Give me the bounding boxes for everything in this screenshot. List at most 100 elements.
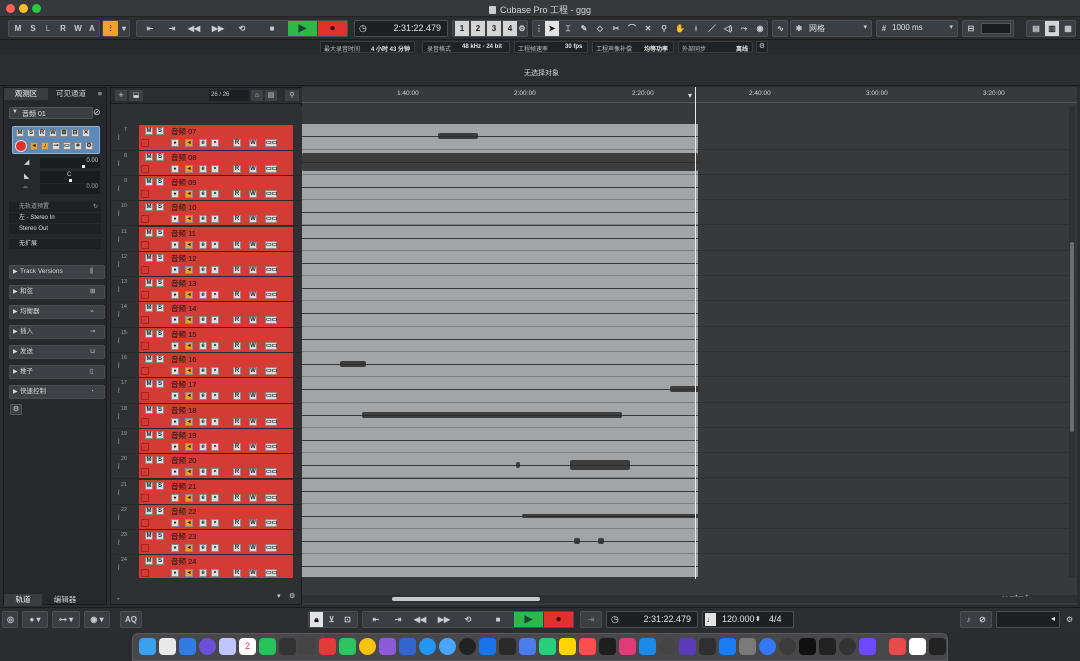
timebase-icon[interactable]: ∘ [211, 442, 219, 451]
read-mode-button[interactable]: R [56, 21, 70, 36]
audio-event[interactable] [302, 478, 698, 504]
track-write-button[interactable]: W [249, 493, 257, 502]
track-lanes-icon[interactable]: ▭▭ [265, 240, 277, 249]
track-mute-button[interactable]: M [145, 177, 153, 186]
empty-lane[interactable] [698, 554, 1076, 577]
horizontal-scrollbar[interactable]: - - —•— + [302, 594, 1077, 603]
track-mute-button[interactable]: M [145, 203, 153, 212]
empty-lane[interactable] [698, 377, 1076, 403]
edit-channel-icon[interactable]: ⊘ [93, 107, 103, 119]
calendar-icon[interactable]: 2 [239, 638, 256, 655]
finder-icon[interactable] [139, 638, 156, 655]
frame-rate-chip[interactable]: 工程帧速率 30 fps [514, 41, 588, 53]
audio-event[interactable] [302, 326, 698, 352]
edit-channel-icon[interactable]: e [199, 493, 207, 502]
track-color-swatch[interactable] [141, 417, 149, 426]
edit-channel-icon[interactable]: e [199, 240, 207, 249]
track-row[interactable]: 11 ≀ M S 音频 11 ● ◂ e ∘ R W ▭▭ [111, 226, 303, 252]
channel-settings-button[interactable]: ⊞ [60, 129, 68, 137]
add-track-folder-icon[interactable]: ⬓ [129, 90, 143, 101]
track-name[interactable]: 音频 12 [171, 253, 196, 264]
eraser-tool-icon[interactable]: ◇ [593, 21, 607, 36]
track-header[interactable]: M S 音频 16 ● ◂ e ∘ R W ▭▭ [139, 353, 293, 378]
line-tool-icon[interactable]: ／ [705, 21, 719, 36]
preset-1-button[interactable]: 1 [455, 21, 469, 36]
layout-lower-icon[interactable]: ▥ [1045, 21, 1059, 36]
edit-channel-icon[interactable]: e [199, 265, 207, 274]
record-mode-icon[interactable]: ● ▾ [24, 612, 46, 627]
track-lanes-icon[interactable]: ▭▭ [265, 544, 277, 553]
gear-icon[interactable]: ⚙ [756, 41, 768, 53]
freeze-button[interactable]: ⊟ [71, 129, 79, 137]
layout-right-icon[interactable]: ▦ [1061, 21, 1075, 36]
monitor-icon[interactable]: ◂ [185, 367, 193, 375]
record-button[interactable]: ● [544, 612, 573, 627]
track-color-swatch[interactable] [141, 164, 149, 173]
section-inserts[interactable]: ▶ 插入 ⊸ [9, 325, 105, 339]
chevron-down-icon[interactable]: ▾ [119, 21, 129, 36]
track-preset-field[interactable]: 无轨道预置 ↻ [9, 202, 101, 212]
track-name[interactable]: 音频 15 [171, 329, 196, 340]
track-header[interactable]: M S 音频 20 ● ◂ e ∘ R W ▭▭ [139, 454, 293, 479]
rewind-icon[interactable]: ◀◀ [411, 612, 429, 627]
edit-channel-icon[interactable]: e [199, 417, 207, 426]
track-row[interactable]: 21 ≀ M S 音频 21 ● ◂ e ∘ R W ▭▭ [111, 479, 303, 505]
track-read-button[interactable]: R [233, 468, 241, 477]
track-write-button[interactable]: W [249, 468, 257, 477]
track-color-swatch[interactable] [141, 392, 149, 401]
timebase-icon[interactable]: ∘ [211, 417, 219, 426]
audio-event[interactable] [302, 174, 698, 201]
track-name[interactable]: 音频 07 [171, 126, 196, 137]
track-name[interactable]: 音频 08 [171, 152, 196, 163]
section-chords[interactable]: ▶ 和弦 ⊞ [9, 285, 105, 299]
track-write-button[interactable]: W [249, 569, 257, 578]
wps-icon[interactable] [579, 638, 596, 655]
input-routing-field[interactable]: 左 - Stereo In [9, 213, 101, 223]
edit-channel-icon[interactable]: e [199, 392, 207, 401]
monitor-icon[interactable]: ◂ [185, 544, 193, 553]
solo-button[interactable]: S [27, 129, 35, 137]
track-row[interactable]: 8 ≀ M S 音频 08 ● ◂ e ∘ R W ▭▭ [111, 150, 303, 176]
record-enable-icon[interactable]: ● [171, 189, 179, 198]
track-color-swatch[interactable] [141, 544, 149, 553]
record-enable-icon[interactable]: ● [171, 341, 179, 350]
track-header[interactable]: M S 音频 10 ● ◂ e ∘ R W ▭▭ [139, 201, 293, 226]
punch-icon[interactable]: ⊶ ▾ [54, 612, 78, 627]
mute-mode-button[interactable]: M [11, 21, 25, 36]
timebase-icon[interactable]: ∘ [211, 189, 219, 198]
gear-icon[interactable]: ⚙ [1066, 615, 1073, 624]
track-solo-button[interactable]: S [156, 481, 164, 490]
chrome-icon[interactable] [359, 638, 376, 655]
track-lanes-icon[interactable]: ▭▭ [265, 265, 277, 274]
timebase-icon[interactable]: ∘ [211, 265, 219, 274]
section-quick-controls[interactable]: ▶ 快速控制 ◔ [9, 385, 105, 399]
track-mute-button[interactable]: M [145, 481, 153, 490]
edit-channel-icon[interactable]: e [199, 544, 207, 553]
max-record-time-chip[interactable]: 最大录音时间 4 小时 43 分钟 [320, 41, 415, 53]
track-lanes-icon[interactable]: ▭▭ [265, 215, 277, 224]
lane-button[interactable]: ✕ [82, 129, 90, 137]
track-read-button[interactable]: R [233, 493, 241, 502]
track-solo-button[interactable]: S [156, 127, 164, 136]
potion-app-icon[interactable] [679, 638, 696, 655]
track-header[interactable]: M S 音频 14 ● ◂ e ∘ R W ▭▭ [139, 302, 293, 327]
monitor-icon[interactable]: ◂ [185, 442, 193, 451]
record-enable-icon[interactable]: ● [171, 367, 179, 375]
track-lanes-icon[interactable]: ▭▭ [265, 392, 277, 401]
empty-lane[interactable] [698, 124, 1076, 150]
speaker-tool-icon[interactable]: ◉ [753, 21, 767, 36]
track-row[interactable]: 23 ≀ M S 音频 23 ● ◂ e ∘ R W ▭▭ [111, 530, 303, 556]
search-icon[interactable]: ⚲ [285, 90, 299, 101]
cycle-icon[interactable]: ⟲ [233, 21, 251, 36]
mute-button[interactable]: M [16, 129, 24, 137]
track-solo-button[interactable]: S [156, 228, 164, 237]
track-write-button[interactable]: W [249, 139, 257, 148]
track-color-swatch[interactable] [141, 139, 149, 148]
track-write-button[interactable]: W [249, 291, 257, 300]
terminal-icon[interactable] [799, 638, 816, 655]
track-read-button[interactable]: R [233, 417, 241, 426]
play-tool-icon[interactable]: ◁) [721, 21, 735, 36]
home-icon[interactable]: ⌂ [251, 90, 263, 101]
precount-icon[interactable]: ⊘ [976, 612, 989, 627]
record-enable-icon[interactable]: ● [171, 392, 179, 401]
